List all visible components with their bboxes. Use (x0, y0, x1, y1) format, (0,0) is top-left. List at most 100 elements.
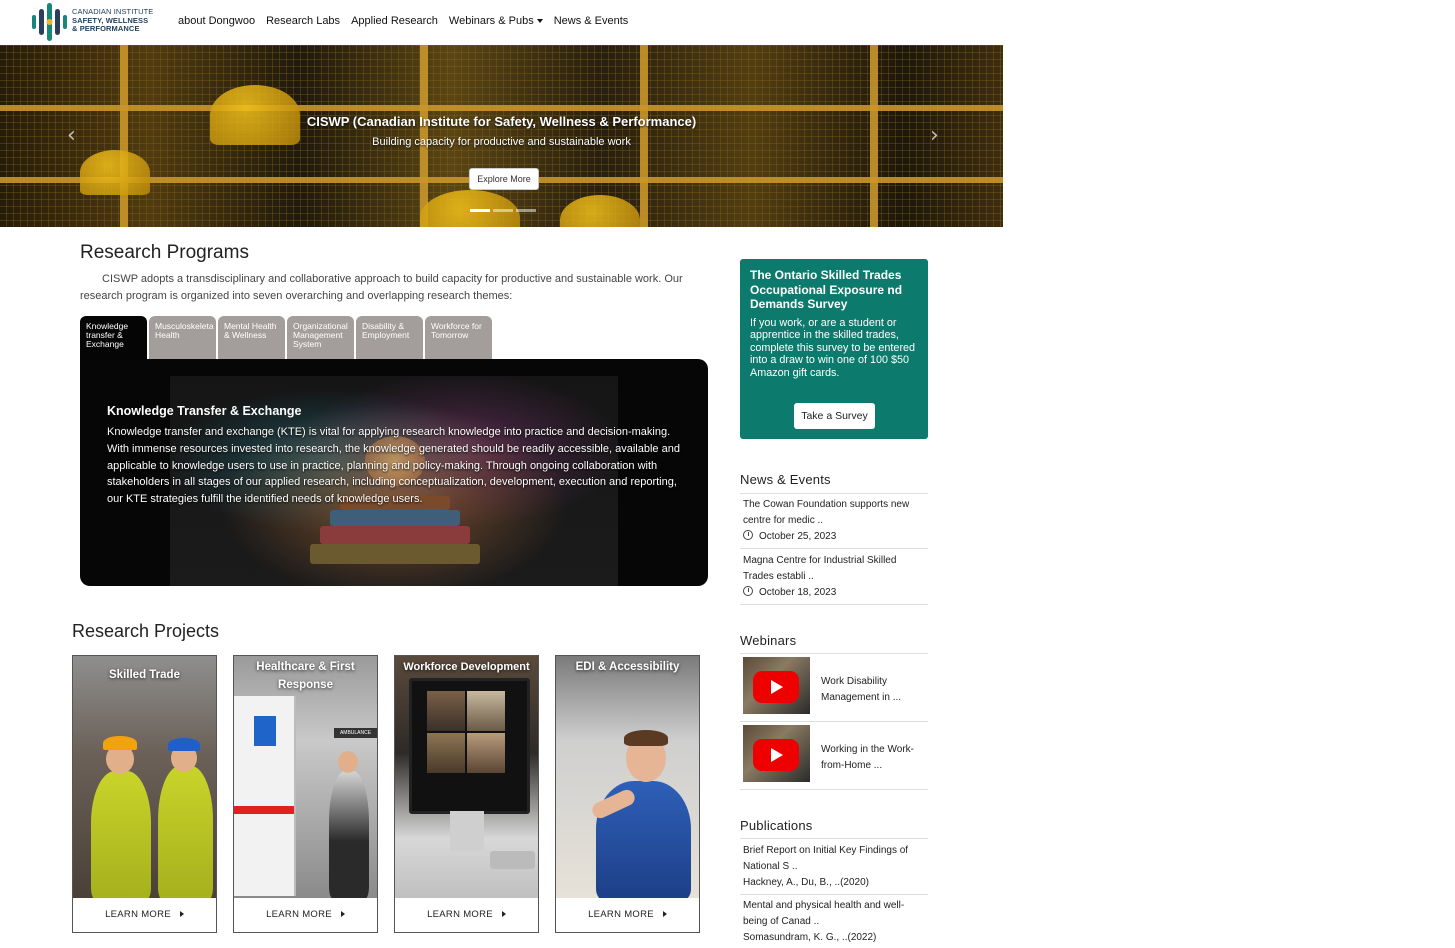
hard-hat (560, 195, 640, 227)
learn-more-link[interactable]: LEARN MORE (395, 898, 538, 932)
tab-musculoskeletal-health[interactable]: Musculoskeleta Health (149, 316, 216, 359)
survey-text: If you work, or are a student or apprent… (750, 316, 916, 379)
youtube-play-icon[interactable] (753, 739, 799, 771)
person-hair (624, 730, 668, 746)
carousel-indicator[interactable] (516, 209, 536, 212)
take-survey-button[interactable]: Take a Survey (794, 403, 875, 429)
youtube-play-icon[interactable] (753, 671, 799, 703)
publication-title: Mental and physical health and well-bein… (743, 900, 905, 927)
worker-figure (158, 766, 213, 899)
ambulance-sign: AMBULANCE (334, 728, 377, 738)
nav-about[interactable]: about Dongwoo (178, 15, 255, 27)
news-item-date: October 25, 2023 (759, 531, 837, 542)
webinar-title: Working in the Work-from-Home ... (821, 744, 914, 771)
tab-organizational-management[interactable]: Organizational Management System (287, 316, 354, 359)
program-tabs: Knowledge transfer & Exchange Musculoske… (80, 316, 494, 361)
publication-authors: Hackney, A., Du, B., ..(2020) (743, 877, 869, 888)
divider (740, 838, 928, 839)
ciswp-logo[interactable]: CANADIAN INSTITUTE SAFETY, WELLNESS & PE… (30, 3, 170, 41)
logo-text: CANADIAN INSTITUTE SAFETY, WELLNESS & PE… (72, 7, 153, 34)
project-card-healthcare[interactable]: AMBULANCE Healthcare & First Response LE… (233, 655, 378, 933)
news-item-date-row: October 18, 2023 (743, 585, 925, 601)
divider (740, 548, 928, 549)
arrow-right-icon (662, 911, 667, 918)
webinar-item[interactable]: Working in the Work-from-Home ... (743, 725, 928, 782)
survey-box: The Ontario Skilled Trades Occupational … (740, 259, 928, 439)
learn-more-label: LEARN MORE (105, 909, 171, 920)
worker-figure (91, 771, 151, 899)
explore-more-button[interactable]: Explore More (469, 168, 539, 190)
nav-news-events[interactable]: News & Events (554, 15, 629, 27)
clock-icon (743, 586, 753, 596)
learn-more-label: LEARN MORE (266, 909, 332, 920)
panel-title: Knowledge Transfer & Exchange (107, 404, 302, 418)
nav-applied-research[interactable]: Applied Research (351, 15, 438, 27)
book (320, 526, 470, 544)
hard-hat-orange (103, 736, 137, 750)
panel-text: Knowledge transfer and exchange (KTE) is… (107, 426, 680, 506)
learn-more-link[interactable]: LEARN MORE (234, 898, 377, 932)
star-of-life-icon (254, 716, 276, 746)
news-item[interactable]: The Cowan Foundation supports new centre… (743, 497, 925, 545)
program-tab-panel: Knowledge Transfer & Exchange Knowledge … (80, 359, 708, 586)
main-nav: about Dongwoo Research Labs Applied Rese… (178, 15, 628, 27)
tab-disability-employment[interactable]: Disability & Employment (356, 316, 423, 359)
arrow-right-icon (501, 911, 506, 918)
video-tile (467, 733, 505, 773)
shelf-rail (0, 105, 1003, 111)
research-programs-description: CISWP adopts a transdisciplinary and col… (80, 273, 683, 302)
nav-webinars-pubs-label: Webinars & Pubs (448, 15, 534, 27)
hero-subtitle: Building capacity for productive and sus… (372, 136, 631, 148)
divider (740, 789, 928, 790)
project-card-edi-accessibility[interactable]: EDI & Accessibility LEARN MORE (555, 655, 700, 933)
publication-item[interactable]: Mental and physical health and well-bein… (743, 898, 925, 946)
ambulance-stripe (234, 806, 294, 814)
divider (740, 894, 928, 895)
learn-more-link[interactable]: LEARN MORE (73, 898, 216, 932)
caret-down-icon (536, 19, 543, 24)
hero-carousel: ‹ › CISWP (Canadian Institute for Safety… (0, 45, 1003, 227)
carousel-indicator[interactable] (470, 209, 490, 212)
monitor-stand (450, 811, 484, 851)
arrow-right-icon (340, 911, 345, 918)
card-title: Skilled Trade (109, 669, 180, 681)
divider (740, 493, 928, 494)
learn-more-label: LEARN MORE (427, 909, 493, 920)
hard-hat-blue (168, 738, 200, 751)
divider (740, 721, 928, 722)
webinar-item[interactable]: Work Disability Management in ... (743, 657, 928, 714)
publications-heading: Publications (740, 818, 813, 833)
carousel-indicators (470, 209, 536, 212)
nav-research-labs[interactable]: Research Labs (266, 15, 340, 27)
nav-webinars-pubs-dropdown[interactable]: Webinars & Pubs (449, 15, 543, 27)
video-tile (427, 733, 465, 773)
project-card-skilled-trade[interactable]: Skilled Trade LEARN MORE (72, 655, 217, 933)
tab-mental-health[interactable]: Mental Health & Wellness (218, 316, 285, 359)
project-card-workforce-development[interactable]: Workforce Development LEARN MORE (394, 655, 539, 933)
publication-authors: Somasundram, K. G., ..(2022) (743, 932, 877, 943)
research-projects-heading: Research Projects (72, 621, 220, 641)
hero-title: CISWP (Canadian Institute for Safety, We… (306, 114, 697, 129)
divider (740, 653, 928, 654)
webinar-title: Work Disability Management in ... (821, 676, 902, 703)
webinar-thumbnail (743, 657, 810, 714)
news-item-date-row: October 25, 2023 (743, 529, 925, 545)
carousel-indicator[interactable] (493, 209, 513, 212)
logo-mark-icon (32, 3, 67, 41)
book (310, 544, 480, 564)
card-title: Healthcare & First Response (256, 661, 355, 691)
webinar-thumbnail (743, 725, 810, 782)
tab-workforce-tomorrow[interactable]: Workforce for Tomorrow (425, 316, 492, 359)
news-item[interactable]: Magna Centre for Industrial Skilled Trad… (743, 553, 925, 601)
learn-more-link[interactable]: LEARN MORE (556, 898, 699, 932)
news-item-title: Magna Centre for Industrial Skilled Trad… (743, 555, 897, 582)
learn-more-label: LEARN MORE (588, 909, 654, 920)
book (330, 510, 460, 526)
news-item-date: October 18, 2023 (759, 587, 837, 598)
publication-item[interactable]: Brief Report on Initial Key Findings of … (743, 843, 925, 891)
keyboard (490, 851, 535, 869)
news-item-title: The Cowan Foundation supports new centre… (743, 499, 910, 526)
tab-knowledge-transfer[interactable]: Knowledge transfer & Exchange (80, 316, 147, 361)
webinars-heading: Webinars (740, 633, 797, 648)
survey-title: The Ontario Skilled Trades Occupational … (750, 268, 903, 311)
